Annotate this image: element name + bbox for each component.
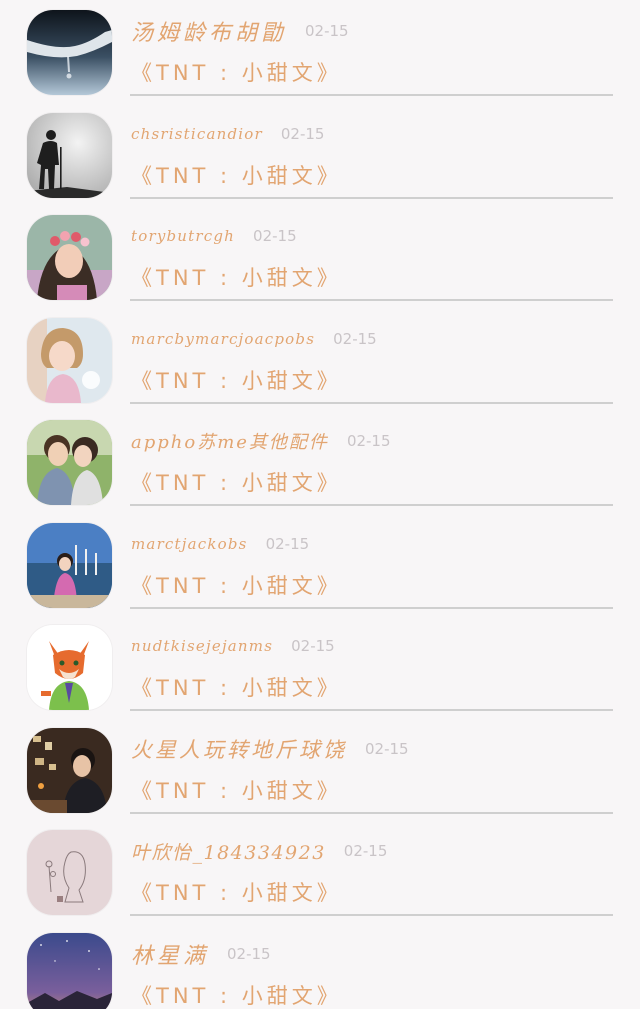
list-item[interactable]: 汤姆龄布胡勖 02-15 《TNT : 小甜文》 bbox=[0, 0, 640, 103]
avatar[interactable] bbox=[27, 625, 112, 710]
sender-name: marctjackobs bbox=[131, 534, 248, 553]
sender-name: chsristicandior bbox=[131, 124, 263, 143]
message-date: 02-15 bbox=[346, 432, 391, 450]
message-subtitle: 《TNT : 小甜文》 bbox=[131, 61, 342, 85]
message-list: 汤姆龄布胡勖 02-15 《TNT : 小甜文》 chsristicandior… bbox=[0, 0, 640, 1009]
message-subtitle: 《TNT : 小甜文》 bbox=[131, 471, 342, 495]
divider bbox=[130, 504, 613, 506]
avatar[interactable] bbox=[27, 522, 112, 608]
sender-name: torybutrcgh bbox=[131, 227, 236, 245]
avatar[interactable] bbox=[27, 10, 112, 95]
sender-name: appho苏me其他配件 bbox=[131, 432, 329, 453]
message-subtitle: 《TNT : 小甜文》 bbox=[131, 881, 342, 905]
list-item[interactable]: appho苏me其他配件 02-15 《TNT : 小甜文》 bbox=[0, 410, 640, 513]
avatar[interactable] bbox=[27, 830, 112, 915]
divider bbox=[130, 811, 613, 814]
sender-name: marcbymarcjoacpobs bbox=[131, 329, 316, 348]
message-subtitle: 《TNT : 小甜文》 bbox=[131, 778, 342, 803]
sender-name: 林星满 bbox=[131, 943, 210, 969]
list-item[interactable]: torybutrcgh 02-15 《TNT : 小甜文》 bbox=[0, 205, 640, 308]
message-date: 02-15 bbox=[280, 124, 325, 143]
avatar[interactable] bbox=[27, 317, 112, 403]
avatar[interactable] bbox=[27, 112, 112, 198]
message-subtitle: 《TNT : 小甜文》 bbox=[131, 676, 342, 700]
message-date: 02-15 bbox=[305, 22, 349, 40]
avatar[interactable] bbox=[27, 932, 112, 1009]
list-item[interactable]: marcbymarcjoacpobs 02-15 《TNT : 小甜文》 bbox=[0, 308, 640, 411]
message-subtitle: 《TNT : 小甜文》 bbox=[131, 266, 342, 290]
message-date: 02-15 bbox=[253, 227, 297, 245]
avatar[interactable] bbox=[27, 727, 112, 813]
avatar[interactable] bbox=[27, 215, 112, 300]
divider bbox=[130, 196, 613, 199]
list-item[interactable]: chsristicandior 02-15 《TNT : 小甜文》 bbox=[0, 103, 640, 206]
divider bbox=[130, 401, 613, 404]
divider bbox=[130, 709, 613, 711]
message-date: 02-15 bbox=[343, 842, 388, 860]
avatar[interactable] bbox=[27, 420, 112, 505]
list-item[interactable]: marctjackobs 02-15 《TNT : 小甜文》 bbox=[0, 513, 640, 616]
sender-name: 汤姆龄布胡勖 bbox=[131, 21, 288, 46]
list-item[interactable]: 叶欣怡_184334923 02-15 《TNT : 小甜文》 bbox=[0, 820, 640, 923]
sender-name: nudtkisejejanms bbox=[131, 637, 274, 655]
message-date: 02-15 bbox=[291, 637, 335, 655]
list-item[interactable]: 林星满 02-15 《TNT : 小甜文》 bbox=[0, 923, 640, 1009]
sender-name: 火星人玩转地斤球饶 bbox=[131, 737, 347, 762]
message-date: 02-15 bbox=[227, 944, 271, 963]
message-subtitle: 《TNT : 小甜文》 bbox=[131, 983, 342, 1008]
sender-name: 叶欣怡_184334923 bbox=[131, 841, 326, 864]
divider bbox=[130, 299, 613, 301]
list-item[interactable]: nudtkisejejanms 02-15 《TNT : 小甜文》 bbox=[0, 615, 640, 718]
message-subtitle: 《TNT : 小甜文》 bbox=[131, 368, 342, 393]
message-date: 02-15 bbox=[265, 534, 310, 553]
divider bbox=[130, 914, 613, 916]
divider bbox=[130, 606, 613, 609]
message-subtitle: 《TNT : 小甜文》 bbox=[131, 163, 342, 188]
divider bbox=[130, 94, 613, 96]
message-date: 02-15 bbox=[333, 329, 377, 348]
message-date: 02-15 bbox=[365, 739, 409, 758]
message-subtitle: 《TNT : 小甜文》 bbox=[131, 573, 342, 598]
list-item[interactable]: 火星人玩转地斤球饶 02-15 《TNT : 小甜文》 bbox=[0, 718, 640, 821]
